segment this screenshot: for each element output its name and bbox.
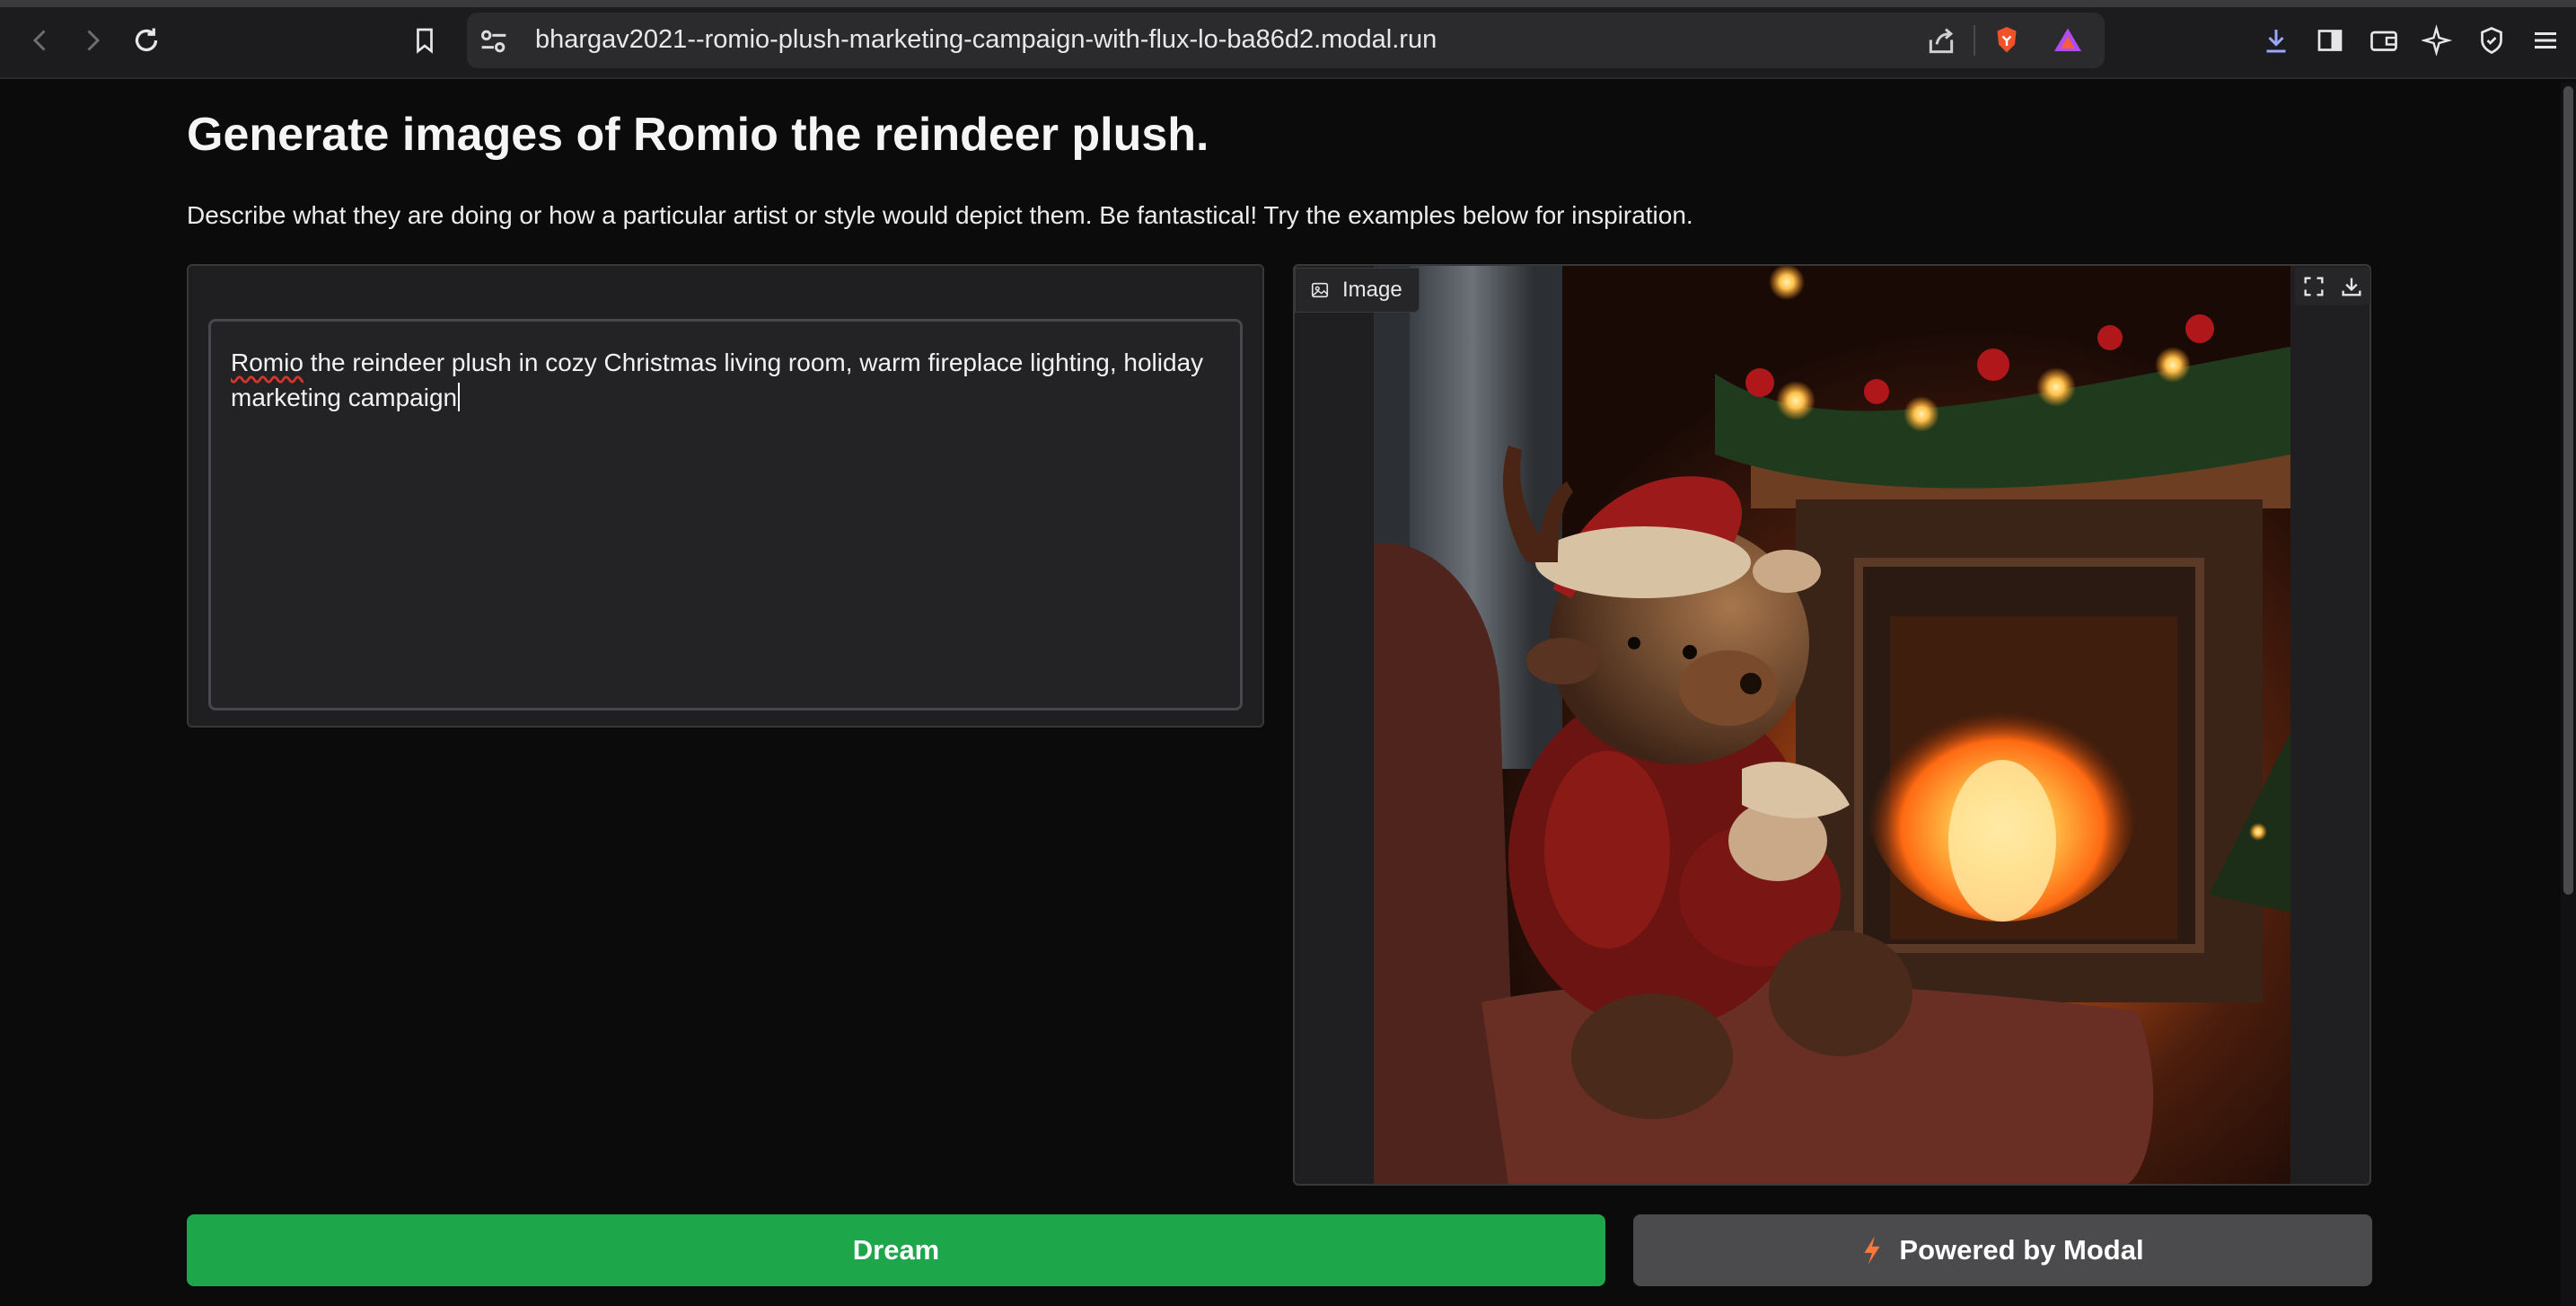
prompt-misspelled-word: Romio [231,349,303,376]
wallet-icon[interactable] [2363,20,2405,61]
share-icon[interactable] [1923,23,1959,59]
powered-by-modal-label: Powered by Modal [1899,1234,2144,1266]
powered-by-modal-button[interactable]: Powered by Modal [1633,1214,2372,1286]
download-icon[interactable] [2339,274,2364,299]
url-text[interactable]: bhargav2021--romio-plush-marketing-campa… [535,25,1437,55]
brave-rewards-icon[interactable] [2047,20,2088,61]
page-description: Describe what they are doing or how a pa… [187,201,1693,229]
brave-shield-icon[interactable] [1986,20,2027,61]
dream-button[interactable]: Dream [187,1214,1605,1286]
prompt-text: the reindeer plush in cozy Christmas liv… [231,349,1204,411]
back-icon[interactable] [20,20,61,61]
leo-ai-icon[interactable] [2417,20,2458,61]
image-toolbar [2295,268,2370,305]
lightning-icon [1864,1236,1880,1265]
page-title: Generate images of Romio the reindeer pl… [187,109,1209,161]
forward-icon[interactable] [72,20,113,61]
generated-image [1374,266,2290,1184]
tab-strip-edge [0,0,2576,7]
downloads-icon[interactable] [2255,20,2297,61]
fullscreen-icon[interactable] [2301,274,2326,299]
prompt-textarea[interactable]: Romio the reindeer plush in cozy Christm… [208,319,1243,710]
image-label-text: Image [1342,278,1402,302]
sidebar-icon[interactable] [2309,20,2351,61]
url-divider [1974,25,1975,56]
menu-icon[interactable] [2525,20,2566,61]
vpn-icon[interactable] [2471,20,2512,61]
site-settings-icon[interactable] [476,23,512,59]
text-cursor [458,383,461,411]
image-icon [1311,282,1329,298]
reload-icon[interactable] [126,20,167,61]
image-output-label: Image [1295,268,1420,313]
browser-toolbar: bhargav2021--romio-plush-marketing-campa… [0,0,2576,79]
bookmark-icon[interactable] [404,20,445,61]
scrollbar-thumb[interactable] [2563,86,2573,895]
